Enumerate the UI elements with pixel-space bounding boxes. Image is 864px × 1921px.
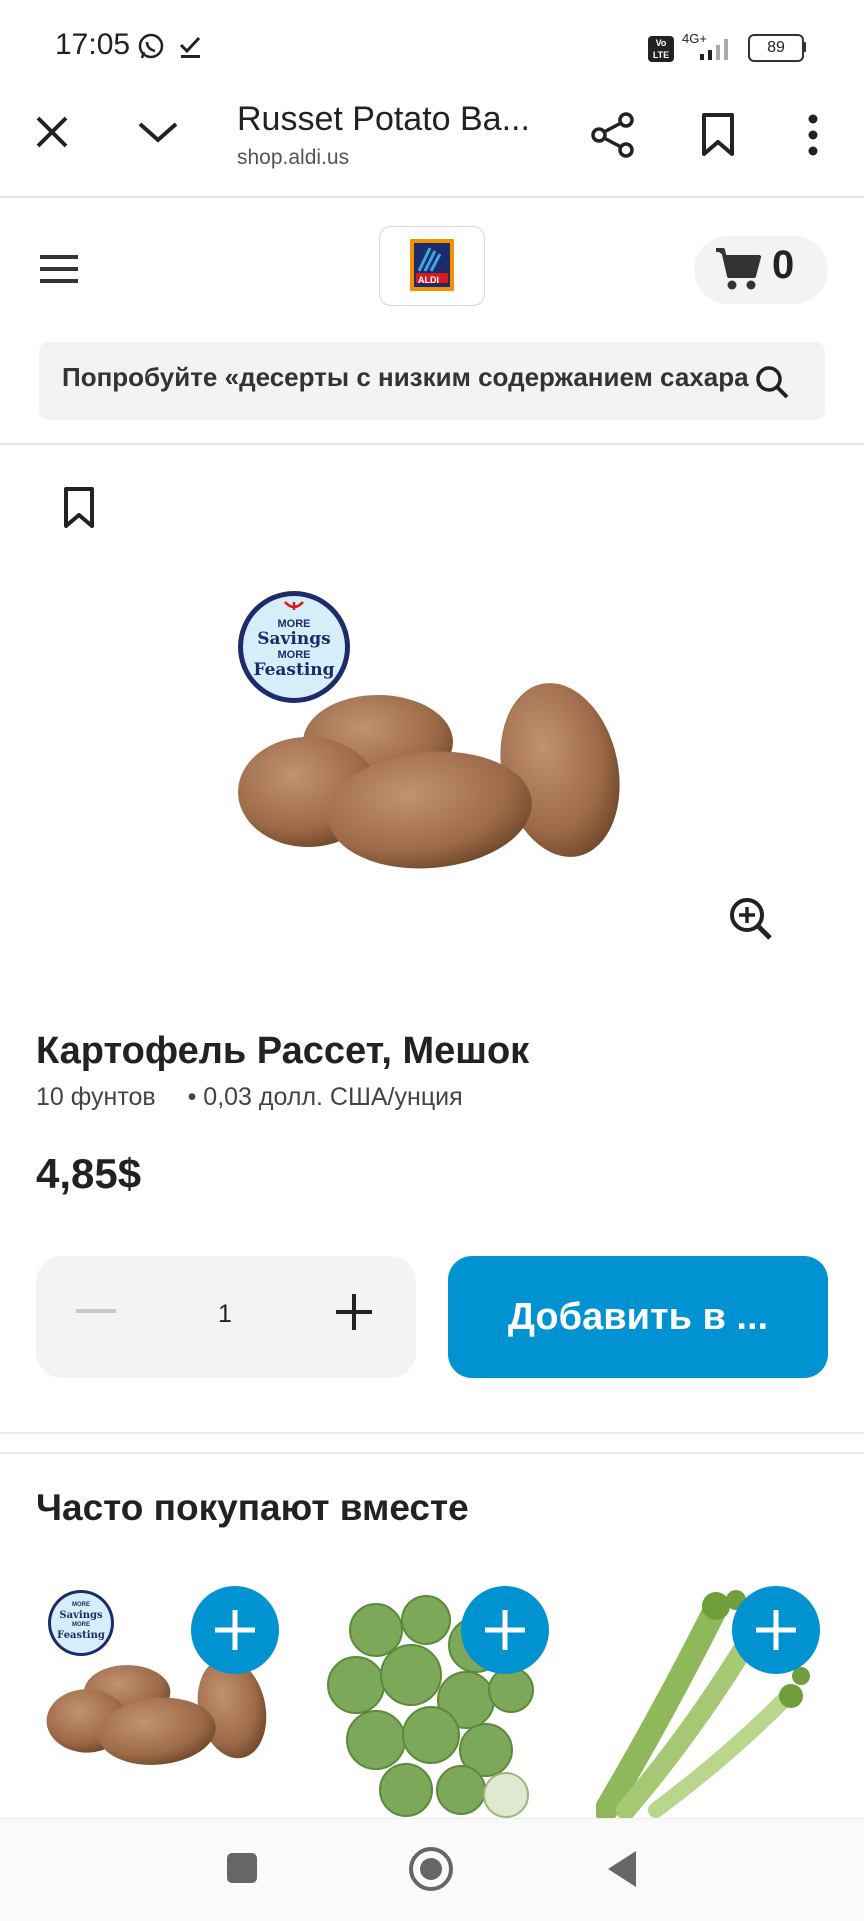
status-bar: 17:05 Vo LTE 4G+ 89: [0, 0, 864, 90]
related-item-brussels-sprouts[interactable]: [306, 1582, 556, 1818]
increase-quantity-button[interactable]: [334, 1292, 374, 1332]
menu-icon[interactable]: [40, 254, 78, 284]
add-related-button[interactable]: [461, 1586, 549, 1674]
cart-count: 0: [772, 243, 795, 287]
search-placeholder: Попробуйте «десерты с низким содержанием…: [62, 362, 762, 392]
plus-icon: [485, 1610, 525, 1650]
plus-icon: [756, 1610, 796, 1650]
search-icon[interactable]: [754, 364, 790, 400]
plus-icon: [215, 1610, 255, 1650]
section-divider: [0, 1432, 864, 1434]
back-icon[interactable]: [604, 1848, 640, 1890]
share-icon[interactable]: [590, 112, 636, 158]
header-divider: [0, 443, 864, 445]
check-icon: [179, 36, 201, 58]
quantity-value: 1: [218, 1300, 232, 1328]
tab-title: Russet Potato Ba...: [237, 100, 530, 138]
more-vert-icon[interactable]: [804, 112, 822, 158]
add-related-button[interactable]: [191, 1586, 279, 1674]
related-item-celery[interactable]: [576, 1582, 826, 1818]
cart-icon: [716, 248, 761, 290]
status-time: 17:05: [55, 28, 131, 61]
related-item-potato-bag[interactable]: MORE Savings MORE Feasting: [36, 1582, 286, 1818]
product-image: [238, 683, 620, 869]
whatsapp-icon: [138, 33, 164, 59]
product-size: 10 фунтов: [36, 1083, 156, 1111]
chevron-down-icon[interactable]: [136, 118, 180, 146]
decrease-quantity-button[interactable]: [76, 1309, 116, 1315]
product-meta: 10 фунтов • 0,03 долл. США/унция: [36, 1083, 463, 1112]
aldi-logo-link[interactable]: ALDI: [379, 226, 485, 306]
section-divider: [0, 1452, 864, 1454]
recent-apps-icon[interactable]: [224, 1850, 260, 1886]
bookmark-icon[interactable]: [700, 112, 736, 158]
add-related-button[interactable]: [732, 1586, 820, 1674]
product-unit-price: • 0,03 долл. США/унция: [187, 1083, 463, 1111]
home-icon[interactable]: [408, 1846, 454, 1892]
add-to-cart-button[interactable]: Добавить в ...: [448, 1256, 828, 1378]
savings-badge: MORE Savings MORE Feasting: [46, 1588, 116, 1658]
save-product-icon[interactable]: [62, 486, 96, 530]
close-icon[interactable]: [34, 114, 70, 150]
battery-tip: [802, 42, 806, 52]
product-price: 4,85$: [36, 1150, 142, 1197]
tab-url: shop.aldi.us: [237, 146, 350, 169]
related-section-title: Часто покупают вместе: [36, 1487, 469, 1528]
volte-icon: Vo LTE: [648, 36, 674, 62]
product-title: Картофель Рассет, Мешок: [36, 1030, 530, 1072]
signal-4g-icon: [700, 39, 728, 60]
aldi-logo-text: ALDI: [418, 275, 439, 285]
zoom-in-icon[interactable]: [728, 896, 774, 942]
battery-icon: 89: [748, 34, 804, 62]
